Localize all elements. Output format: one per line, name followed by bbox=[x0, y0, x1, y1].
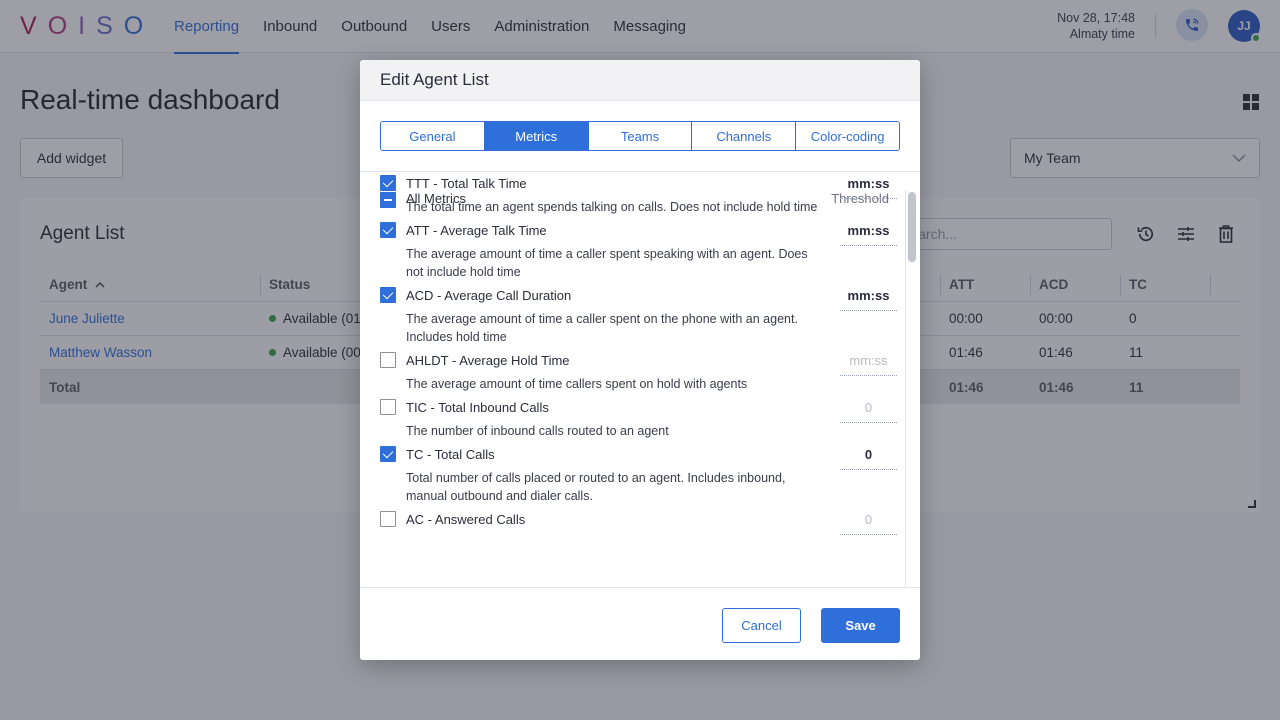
tab-general[interactable]: General bbox=[381, 122, 484, 150]
metric-name: TTT - Total Talk Time bbox=[406, 176, 527, 191]
tab-metrics[interactable]: Metrics bbox=[483, 122, 588, 150]
metric-checkbox[interactable] bbox=[380, 352, 396, 368]
metric-checkbox[interactable] bbox=[380, 446, 396, 462]
metric-threshold-input[interactable]: 0 bbox=[840, 504, 897, 535]
metric-description: The total time an agent spends talking o… bbox=[406, 200, 818, 214]
dialog-tabs: General Metrics Teams Channels Color-cod… bbox=[380, 121, 900, 151]
tab-color-coding[interactable]: Color-coding bbox=[795, 122, 899, 150]
metric-threshold-input[interactable]: 0 bbox=[840, 392, 897, 423]
tab-teams[interactable]: Teams bbox=[587, 122, 692, 150]
metric-threshold-input[interactable]: mm:ss bbox=[840, 215, 897, 246]
metric-description: The number of inbound calls routed to an… bbox=[406, 424, 669, 438]
metric-name: ATT - Average Talk Time bbox=[406, 223, 547, 238]
metric-checkbox[interactable] bbox=[380, 399, 396, 415]
metric-description: The average amount of time a caller spen… bbox=[406, 247, 808, 279]
metric-name: TIC - Total Inbound Calls bbox=[406, 400, 549, 415]
dialog-footer: Cancel Save bbox=[360, 587, 920, 660]
metric-threshold-input[interactable]: 0 bbox=[840, 439, 897, 470]
tab-channels[interactable]: Channels bbox=[691, 122, 796, 150]
metric-description: Total number of calls placed or routed t… bbox=[406, 471, 786, 503]
cancel-button[interactable]: Cancel bbox=[722, 608, 801, 643]
metric-checkbox[interactable] bbox=[380, 175, 396, 191]
metric-description: The average amount of time a caller spen… bbox=[406, 312, 798, 344]
edit-agent-list-dialog: Edit Agent List General Metrics Teams Ch… bbox=[360, 60, 920, 660]
metric-checkbox[interactable] bbox=[380, 287, 396, 303]
dialog-title: Edit Agent List bbox=[360, 60, 920, 101]
metric-name: TC - Total Calls bbox=[406, 447, 495, 462]
save-button[interactable]: Save bbox=[821, 608, 900, 643]
metric-description: The average amount of time callers spent… bbox=[406, 377, 748, 391]
metric-checkbox[interactable] bbox=[380, 511, 396, 527]
scrollbar-thumb[interactable] bbox=[908, 192, 916, 262]
all-metrics-checkbox[interactable] bbox=[380, 192, 396, 208]
metric-name: AC - Answered Calls bbox=[406, 512, 526, 527]
metrics-list: All Metrics Threshold TTT - Total Talk T… bbox=[360, 172, 920, 587]
metric-threshold-input[interactable]: mm:ss bbox=[840, 345, 897, 376]
metric-threshold-input[interactable]: mm:ss bbox=[840, 280, 897, 311]
metric-name: ACD - Average Call Duration bbox=[406, 288, 572, 303]
metric-checkbox[interactable] bbox=[380, 222, 396, 238]
metric-name: AHLDT - Average Hold Time bbox=[406, 353, 570, 368]
metric-threshold-input[interactable]: mm:ss bbox=[840, 172, 897, 199]
